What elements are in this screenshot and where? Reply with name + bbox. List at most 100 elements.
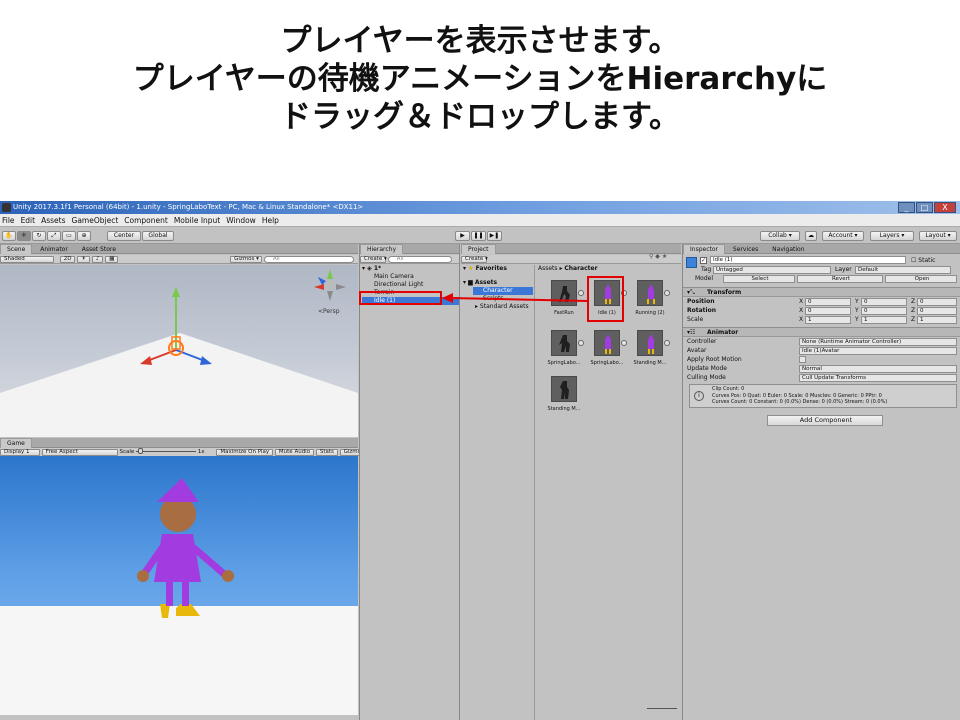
asset-standing-2-thumbnail[interactable] [551,376,577,402]
transform-component-header[interactable]: Transform [683,287,960,297]
project-filter-icons[interactable]: ⚲ ◆ ★ [649,253,667,261]
rotation-x-field[interactable]: 0 [805,307,851,315]
layout-button[interactable]: Layout ▾ [919,231,957,241]
minimize-button[interactable]: _ [898,202,915,213]
culling-mode-dropdown[interactable]: Cull Update Transforms [799,374,957,382]
asset-springlabo-1-thumbnail[interactable] [551,330,577,356]
apply-root-motion-checkbox[interactable] [799,356,806,363]
tab-hierarchy[interactable]: Hierarchy [360,244,404,254]
2d-toggle[interactable]: 2D [59,256,76,263]
scene-view[interactable]: <Persp [0,265,358,437]
asset-standing-1-thumbnail[interactable] [637,330,663,356]
object-name-input[interactable]: Idle (1) [710,256,906,264]
position-y-field[interactable]: 0 [861,298,907,306]
tab-inspector[interactable]: Inspector [683,244,725,254]
folder-character[interactable]: Character [473,287,533,295]
animator-component-header[interactable]: Animator [683,327,960,337]
asset-springlabo-1-expand-icon[interactable] [578,340,584,346]
scale-y-field[interactable]: 1 [861,316,907,324]
breadcrumb-assets[interactable]: Assets [538,265,558,272]
menu-gameobject[interactable]: GameObject [72,214,119,226]
position-x-field[interactable]: 0 [805,298,851,306]
mute-audio-toggle[interactable]: Mute Audio [274,449,315,456]
folder-standard-assets[interactable]: ▸ Standard Assets [475,303,529,311]
folder-scripts[interactable]: Scripts [483,295,504,303]
aspect-dropdown[interactable]: Free Aspect [41,449,118,456]
asset-fastrun-thumbnail[interactable] [551,280,577,306]
close-button[interactable]: X [934,202,956,213]
add-component-button[interactable]: Add Component [767,415,883,426]
space-global-button[interactable]: Global [142,231,174,241]
persp-label[interactable]: <Persp [318,308,340,315]
hand-tool-icon[interactable]: ✋ [2,231,16,241]
active-checkbox[interactable]: ✓ [700,257,707,264]
scale-tool-icon[interactable]: ⤢ [47,231,61,241]
maximize-button[interactable]: □ [916,202,933,213]
tab-project[interactable]: Project [461,244,496,254]
rotation-z-field[interactable]: 0 [917,307,957,315]
controller-field[interactable]: None (Runtime Animator Controller) [799,338,957,346]
model-open-button[interactable]: Open [885,275,957,283]
rotate-tool-icon[interactable]: ↻ [32,231,46,241]
scene-audio-icon[interactable]: ♪ [91,256,104,263]
scale-x-field[interactable]: 1 [805,316,851,324]
maximize-on-play-toggle[interactable]: Maximize On Play [216,449,274,456]
hierarchy-item-main-camera[interactable]: Main Camera [374,273,414,281]
rotation-y-field[interactable]: 0 [861,307,907,315]
window-titlebar[interactable]: Unity 2017.3.1f1 Personal (64bit) - 1.un… [0,201,960,214]
avatar-field[interactable]: Idle (1)Avatar [799,347,957,355]
move-tool-icon[interactable]: ✛ [17,231,31,241]
model-select-button[interactable]: Select [723,275,795,283]
play-button[interactable]: ▶ [455,231,470,241]
menu-assets[interactable]: Assets [41,214,65,226]
hierarchy-scene-row[interactable]: ▾ ◈ 1* [362,265,381,273]
update-mode-dropdown[interactable]: Normal [799,365,957,373]
menu-edit[interactable]: Edit [21,214,36,226]
scale-z-field[interactable]: 1 [917,316,957,324]
step-button[interactable]: ▶❚ [487,231,502,241]
cloud-icon[interactable]: ☁ [805,231,817,241]
hierarchy-item-directional-light[interactable]: Directional Light [374,281,423,289]
rect-tool-icon[interactable]: ▭ [62,231,76,241]
asset-standing-1-expand-icon[interactable] [664,340,670,346]
scene-search-input[interactable]: All [263,256,354,263]
project-create-button[interactable]: Create ▾ [461,256,488,263]
tab-navigation[interactable]: Navigation [766,245,810,255]
asset-springlabo-2-expand-icon[interactable] [621,340,627,346]
pivot-center-button[interactable]: Center [107,231,141,241]
tag-dropdown[interactable]: Untagged [713,266,831,274]
hierarchy-search-input[interactable]: All [387,256,452,263]
breadcrumb-character[interactable]: Character [564,265,597,272]
scene-effects-icon[interactable]: ▦ [105,256,119,263]
favorites-row[interactable]: ▾ ★ Favorites [463,265,507,273]
tab-game[interactable]: Game [0,438,32,448]
scene-lighting-icon[interactable]: ☀ [77,256,91,263]
game-view[interactable] [0,456,358,715]
collab-button[interactable]: Collab ▾ [760,231,800,241]
tab-animator[interactable]: Animator [34,245,74,255]
assets-folder-row[interactable]: ▾ ▆ Assets [463,279,497,287]
pause-button[interactable]: ❚❚ [471,231,486,241]
tab-asset-store[interactable]: Asset Store [76,245,122,255]
stats-toggle[interactable]: Stats [315,449,338,456]
scale-slider-thumb[interactable] [138,448,144,454]
menu-component[interactable]: Component [124,214,168,226]
position-z-field[interactable]: 0 [917,298,957,306]
menu-help[interactable]: Help [262,214,279,226]
account-button[interactable]: Account ▾ [822,231,864,241]
tab-scene[interactable]: Scene [0,244,33,254]
menu-file[interactable]: File [2,214,15,226]
tab-services[interactable]: Services [727,245,764,255]
hierarchy-create-button[interactable]: Create ▾ [360,256,387,263]
shading-mode-dropdown[interactable]: Shaded [0,256,54,263]
model-revert-button[interactable]: Revert [797,275,883,283]
asset-springlabo-2-thumbnail[interactable] [594,330,620,356]
asset-running-expand-icon[interactable] [664,290,670,296]
view-orientation-gizmo[interactable] [314,269,346,301]
menu-mobile-input[interactable]: Mobile Input [174,214,220,226]
scale-slider[interactable] [136,448,197,454]
transform-tool-icon[interactable]: ⊕ [77,231,91,241]
scene-gizmos-dropdown[interactable]: Gizmos ▾ [230,256,263,263]
display-dropdown[interactable]: Display 1 [0,449,40,456]
asset-running-thumbnail[interactable] [637,280,663,306]
